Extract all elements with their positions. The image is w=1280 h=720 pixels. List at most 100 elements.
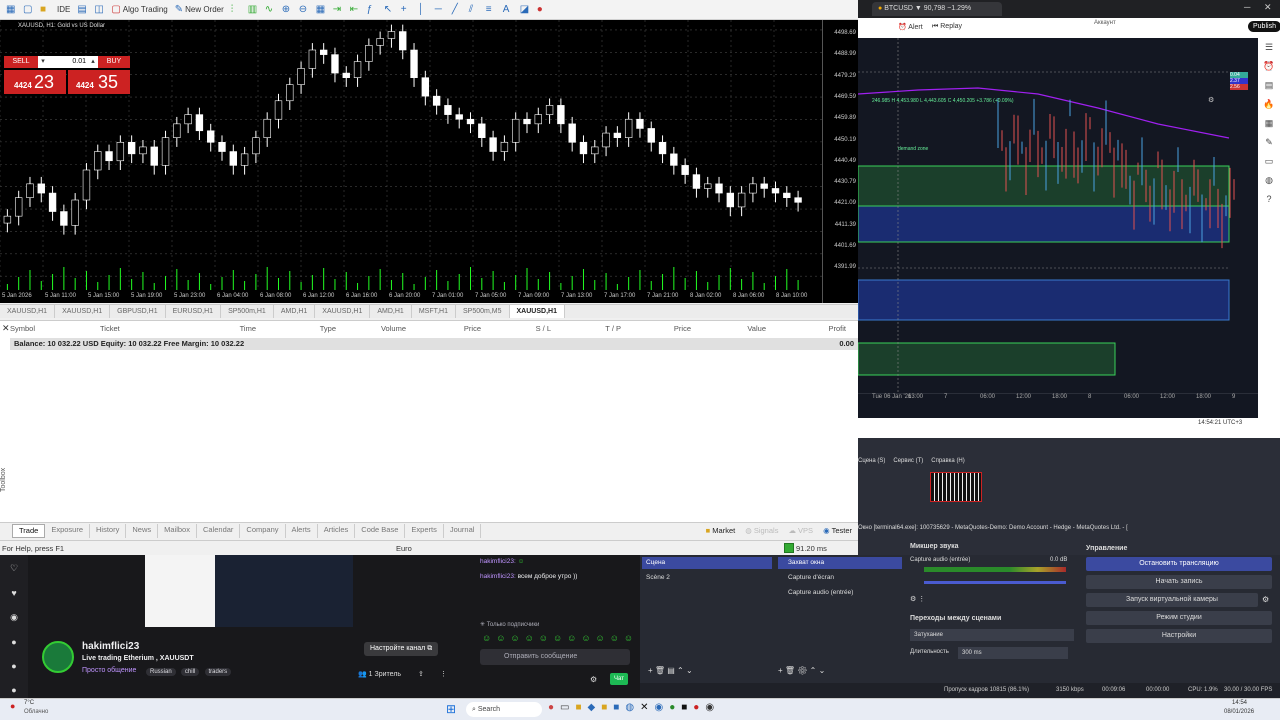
tag[interactable]: Russian xyxy=(146,668,176,676)
toolbox-tab[interactable]: Journal xyxy=(444,523,482,538)
source-add-icon[interactable]: + 🗑 ⚙ ⌃ ⌄ xyxy=(778,666,825,675)
column-header[interactable]: Price xyxy=(410,324,485,336)
app-icon[interactable]: ▭ xyxy=(560,702,569,713)
watchlist-icon[interactable]: ☰ xyxy=(1265,42,1273,53)
browser-tab[interactable]: ● BTCUSD ▼ 90,798 −1.29% xyxy=(872,2,1002,16)
channel-avatar[interactable] xyxy=(42,641,74,673)
channel-icon[interactable]: ● xyxy=(11,661,16,671)
chart-tab[interactable]: SP500m,M5 xyxy=(456,305,510,318)
virtual-camera-button[interactable]: Запуск виртуальной камеры xyxy=(1086,593,1258,607)
app-icon[interactable]: ● xyxy=(548,702,554,713)
vertical-line-icon[interactable]: │ xyxy=(416,3,430,17)
new-chart-icon[interactable]: ▦ xyxy=(4,3,18,17)
chart-settings-icon[interactable]: ⚙ xyxy=(1208,96,1214,104)
toolbox-tab[interactable]: Exposure xyxy=(45,523,91,538)
user-icon[interactable]: ◉ xyxy=(10,612,18,623)
algo-trading-button[interactable]: ▢ Algo Trading xyxy=(109,3,169,17)
tag[interactable]: traders xyxy=(204,668,232,676)
trendline-icon[interactable]: ╱ xyxy=(450,3,464,17)
toolbox-tab[interactable]: News xyxy=(126,523,159,538)
chat-icon[interactable]: ▭ xyxy=(1265,156,1274,167)
sell-price-box[interactable]: 4424 23 xyxy=(4,70,66,94)
column-header[interactable]: T / P xyxy=(555,324,625,336)
autoscroll-icon[interactable]: ⇥ xyxy=(331,3,345,17)
alert-icon[interactable]: ● xyxy=(535,3,549,17)
app-icon[interactable]: ◉ xyxy=(654,702,663,713)
setup-channel-button[interactable]: Настройте канал ⧉ xyxy=(364,642,439,656)
source-item[interactable]: Capture audio (entrée) xyxy=(778,587,902,599)
share-icon[interactable]: ⇪ xyxy=(418,670,424,678)
toolbox-tab[interactable]: Alerts xyxy=(286,523,318,538)
crosshair-icon[interactable]: + xyxy=(399,3,413,17)
toolbox-tab[interactable]: Articles xyxy=(318,523,356,538)
tag[interactable]: chill xyxy=(180,668,200,676)
chart-tab[interactable]: XAUUSD,H1 xyxy=(509,305,565,318)
app-icon[interactable]: ■ xyxy=(601,702,607,713)
start-record-button[interactable]: Начать запись xyxy=(1086,575,1272,589)
chart-tab[interactable]: GBPUSD,H1 xyxy=(110,305,166,318)
charts-icon[interactable]: ▤ xyxy=(75,3,89,17)
line-chart-icon[interactable]: ∿ xyxy=(263,3,277,17)
virtual-camera-settings-icon[interactable]: ⚙ xyxy=(1262,595,1269,604)
signals-link[interactable]: ◍ Signals xyxy=(745,526,778,535)
volume-slider[interactable] xyxy=(924,581,1066,584)
app-icon[interactable]: ◉ xyxy=(705,702,714,713)
stream-preview[interactable] xyxy=(145,555,353,627)
following-icon[interactable]: ♥ xyxy=(11,588,16,598)
app-icon[interactable]: ■ xyxy=(576,702,582,713)
start-icon[interactable]: ⊞ xyxy=(446,702,456,716)
chart-shift-icon[interactable]: ⇤ xyxy=(348,3,362,17)
stream-category[interactable]: Просто общение xyxy=(82,667,136,674)
toolbox-tab[interactable]: History xyxy=(90,523,127,538)
chart-tab[interactable]: XAUUSD,H1 xyxy=(0,305,56,318)
close-toolbox-icon[interactable]: ✕ xyxy=(2,323,10,334)
app-icon[interactable]: ● xyxy=(693,702,699,713)
chart-tab[interactable]: AMD,H1 xyxy=(274,305,316,318)
channel-name[interactable]: hakimflici23 xyxy=(82,641,139,652)
shapes-icon[interactable]: ◪ xyxy=(518,3,532,17)
transition-select[interactable]: Затухание xyxy=(910,629,1074,641)
chat-send-button[interactable]: Чат xyxy=(610,673,628,685)
chart-tab[interactable]: EURUSD,H1 xyxy=(166,305,222,318)
chart-tab[interactable]: MSFT,H1 xyxy=(412,305,456,318)
toolbox-tab[interactable]: Trade xyxy=(12,523,46,538)
studio-mode-button[interactable]: Режим студии xyxy=(1086,611,1272,625)
alert-button[interactable]: ⏰ Alert xyxy=(898,23,923,31)
chart-tab[interactable]: SP500m,H1 xyxy=(221,305,274,318)
minimize-icon[interactable]: ─ xyxy=(1244,2,1250,12)
chart-tab[interactable]: XAUUSD,H1 xyxy=(55,305,111,318)
toolbox-tab[interactable]: Code Base xyxy=(355,523,406,538)
data-window-icon[interactable]: ▤ xyxy=(1265,80,1274,91)
bar-chart-icon[interactable]: ⫶ xyxy=(229,3,243,17)
zoom-in-icon[interactable]: ⊕ xyxy=(280,3,294,17)
app-icon[interactable]: ◍ xyxy=(625,702,634,713)
app-icon[interactable]: ■ xyxy=(613,702,619,713)
ideas-icon[interactable]: ✎ xyxy=(1265,137,1273,148)
taskbar-search[interactable]: ⌕ Search xyxy=(466,702,542,717)
toolbox-tab[interactable]: Company xyxy=(240,523,286,538)
settings-button[interactable]: Настройки xyxy=(1086,629,1272,643)
toolbox-tab[interactable]: Calendar xyxy=(197,523,241,538)
zoom-out-icon[interactable]: ⊖ xyxy=(297,3,311,17)
tv-chart-area[interactable]: 246.985 H 4,453.980 L 4,443.605 C 4,450.… xyxy=(858,38,1258,393)
candle-chart-icon[interactable]: ▥ xyxy=(246,3,260,17)
duration-input[interactable]: 300 ms xyxy=(958,647,1068,659)
scene-item[interactable]: Scène 2 xyxy=(642,572,772,584)
buy-price-box[interactable]: 4424 35 xyxy=(68,70,130,94)
scene-add-icon[interactable]: + 🗑 ▤ ⌃ ⌄ xyxy=(648,666,693,675)
fibonacci-icon[interactable]: ≡ xyxy=(484,3,498,17)
text-tool-icon[interactable]: A xyxy=(501,3,515,17)
price-chart[interactable]: XAUUSD, H1: Gold vs US Dollar SELL ▾ 0.0… xyxy=(0,20,822,303)
ide-button[interactable]: IDE xyxy=(55,3,72,17)
stop-stream-button[interactable]: Остановить трансляцию xyxy=(1086,557,1272,571)
column-header[interactable]: S / L xyxy=(485,324,555,336)
column-header[interactable]: Price xyxy=(625,324,695,336)
mixer-settings-icon[interactable]: ⚙ ⋮ xyxy=(910,595,925,603)
alerts-icon[interactable]: ⏰ xyxy=(1263,61,1274,72)
indicators-icon[interactable]: ƒ xyxy=(365,3,379,17)
app-icon[interactable]: ● xyxy=(669,702,675,713)
heart-icon[interactable]: ♡ xyxy=(10,563,18,574)
grid-icon[interactable]: ▦ xyxy=(314,3,328,17)
channel-icon[interactable]: ⫽ xyxy=(467,3,481,17)
scene-item-active[interactable]: Сцена xyxy=(642,557,772,569)
